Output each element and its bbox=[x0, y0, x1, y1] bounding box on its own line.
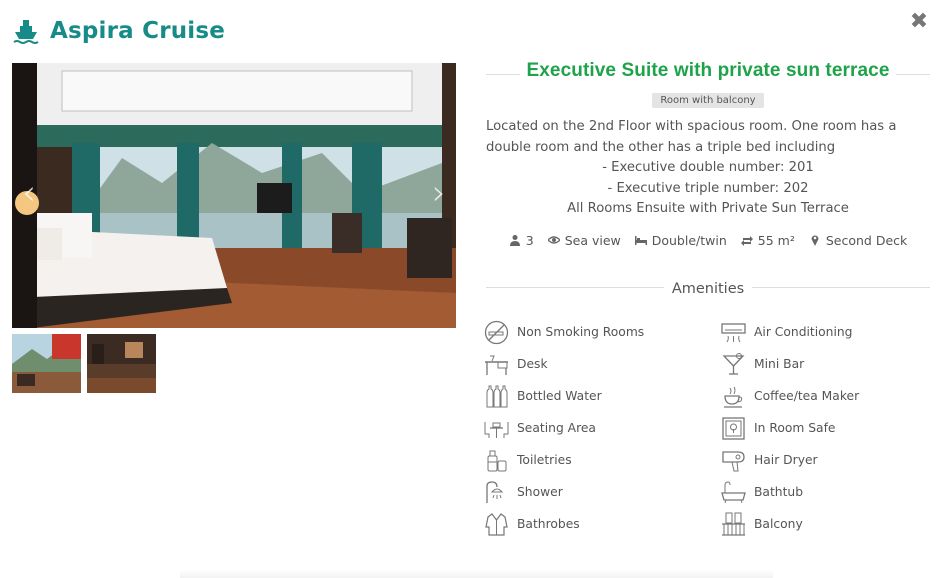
cocktail-icon bbox=[722, 352, 745, 375]
thumbnail-1[interactable] bbox=[12, 334, 81, 393]
feature-area: 55 m² bbox=[740, 232, 795, 248]
air-conditioner-icon bbox=[721, 322, 746, 342]
amenity-label: In Room Safe bbox=[754, 421, 836, 435]
amenity-item: Seating Area bbox=[484, 412, 721, 444]
room-description: Located on the 2nd Floor with spacious r… bbox=[486, 117, 930, 220]
amenity-label: Hair Dryer bbox=[754, 453, 818, 467]
amenity-label: Bathtub bbox=[754, 485, 804, 499]
ship-icon bbox=[13, 20, 39, 44]
feature-deck: Second Deck bbox=[809, 233, 907, 248]
amenity-label: Desk bbox=[517, 357, 548, 371]
amenities-list: Non Smoking Rooms Air Conditioning Desk … bbox=[484, 316, 934, 540]
safe-icon bbox=[722, 416, 745, 440]
toiletries-icon bbox=[487, 450, 507, 471]
amenity-item: Coffee/tea Maker bbox=[721, 380, 934, 412]
amenity-item: Bathtub bbox=[721, 476, 934, 508]
modal-footer-shadow bbox=[180, 570, 773, 578]
feature-label: Sea view bbox=[564, 232, 621, 248]
seating-icon bbox=[484, 421, 509, 438]
amenity-label: Seating Area bbox=[517, 421, 596, 435]
room-title-row: Executive Suite with private sun terrace bbox=[486, 60, 930, 90]
room-details: Executive Suite with private sun terrace… bbox=[486, 60, 930, 298]
amenity-label: Balcony bbox=[754, 517, 803, 531]
coffee-cup-icon bbox=[724, 386, 743, 408]
room-features: 3 Sea view Double/twin 55 m² Second Deck bbox=[486, 233, 930, 248]
amenity-label: Shower bbox=[517, 485, 563, 499]
amenity-item: Toiletries bbox=[484, 444, 721, 476]
desc-line: - Executive triple number: 202 bbox=[607, 180, 809, 196]
amenity-item: Balcony bbox=[721, 508, 934, 540]
user-icon bbox=[509, 235, 520, 246]
amenities-heading: Amenities bbox=[486, 278, 930, 298]
feature-guests: 3 bbox=[509, 233, 534, 248]
amenity-item: Non Smoking Rooms bbox=[484, 316, 721, 348]
header: Aspira Cruise bbox=[12, 14, 225, 48]
amenity-item: Bottled Water bbox=[484, 380, 721, 412]
amenity-label: Non Smoking Rooms bbox=[517, 325, 645, 339]
shower-icon bbox=[486, 480, 504, 503]
eye-icon bbox=[547, 236, 560, 244]
amenity-item: In Room Safe bbox=[721, 412, 934, 444]
feature-bed: Double/twin bbox=[634, 232, 727, 248]
room-title: Executive Suite with private sun terrace bbox=[520, 60, 896, 82]
bottles-icon bbox=[486, 385, 508, 407]
desc-line: Located on the 2nd Floor with spacious r… bbox=[486, 119, 897, 155]
room-photo bbox=[12, 63, 456, 328]
amenity-item: Hair Dryer bbox=[721, 444, 934, 476]
brand-name[interactable]: Aspira Cruise bbox=[50, 18, 225, 44]
amenities-title: Amenities bbox=[663, 280, 753, 297]
balcony-icon bbox=[722, 512, 745, 536]
feature-label: Second Deck bbox=[825, 232, 908, 248]
room-photo-gallery[interactable]: ‹ › bbox=[12, 63, 456, 328]
bed-icon bbox=[634, 236, 647, 245]
amenity-label: Bottled Water bbox=[517, 389, 602, 403]
no-smoking-icon bbox=[484, 320, 509, 344]
chevron-right-icon[interactable]: › bbox=[426, 173, 452, 213]
amenity-item: Desk bbox=[484, 348, 721, 380]
chevron-left-icon[interactable]: ‹ bbox=[16, 173, 42, 213]
map-pin-icon bbox=[811, 235, 819, 246]
feature-label: 3 bbox=[525, 232, 534, 248]
feature-label: 55 m² bbox=[757, 232, 795, 248]
amenity-item: Mini Bar bbox=[721, 348, 934, 380]
desc-line: - Executive double number: 201 bbox=[602, 160, 814, 175]
amenity-label: Bathrobes bbox=[517, 517, 580, 531]
close-icon[interactable]: ✖ bbox=[907, 10, 931, 34]
amenity-item: Air Conditioning bbox=[721, 316, 934, 348]
thumbnail-2[interactable] bbox=[87, 334, 156, 393]
amenity-item: Bathrobes bbox=[484, 508, 721, 540]
desk-icon bbox=[485, 355, 508, 375]
room-badge: Room with balcony bbox=[652, 93, 764, 108]
bathrobe-icon bbox=[485, 512, 508, 536]
feature-view: Sea view bbox=[547, 232, 621, 248]
area-icon bbox=[740, 236, 753, 246]
amenity-label: Air Conditioning bbox=[754, 325, 853, 339]
amenity-item: Shower bbox=[484, 476, 721, 508]
amenity-label: Mini Bar bbox=[754, 357, 805, 371]
amenity-label: Toiletries bbox=[517, 453, 572, 467]
bathtub-icon bbox=[721, 480, 746, 503]
feature-label: Double/twin bbox=[651, 232, 727, 248]
desc-line: All Rooms Ensuite with Private Sun Terra… bbox=[567, 201, 849, 216]
amenity-label: Coffee/tea Maker bbox=[754, 389, 860, 403]
thumbnail-strip bbox=[12, 334, 156, 393]
hair-dryer-icon bbox=[722, 450, 745, 471]
